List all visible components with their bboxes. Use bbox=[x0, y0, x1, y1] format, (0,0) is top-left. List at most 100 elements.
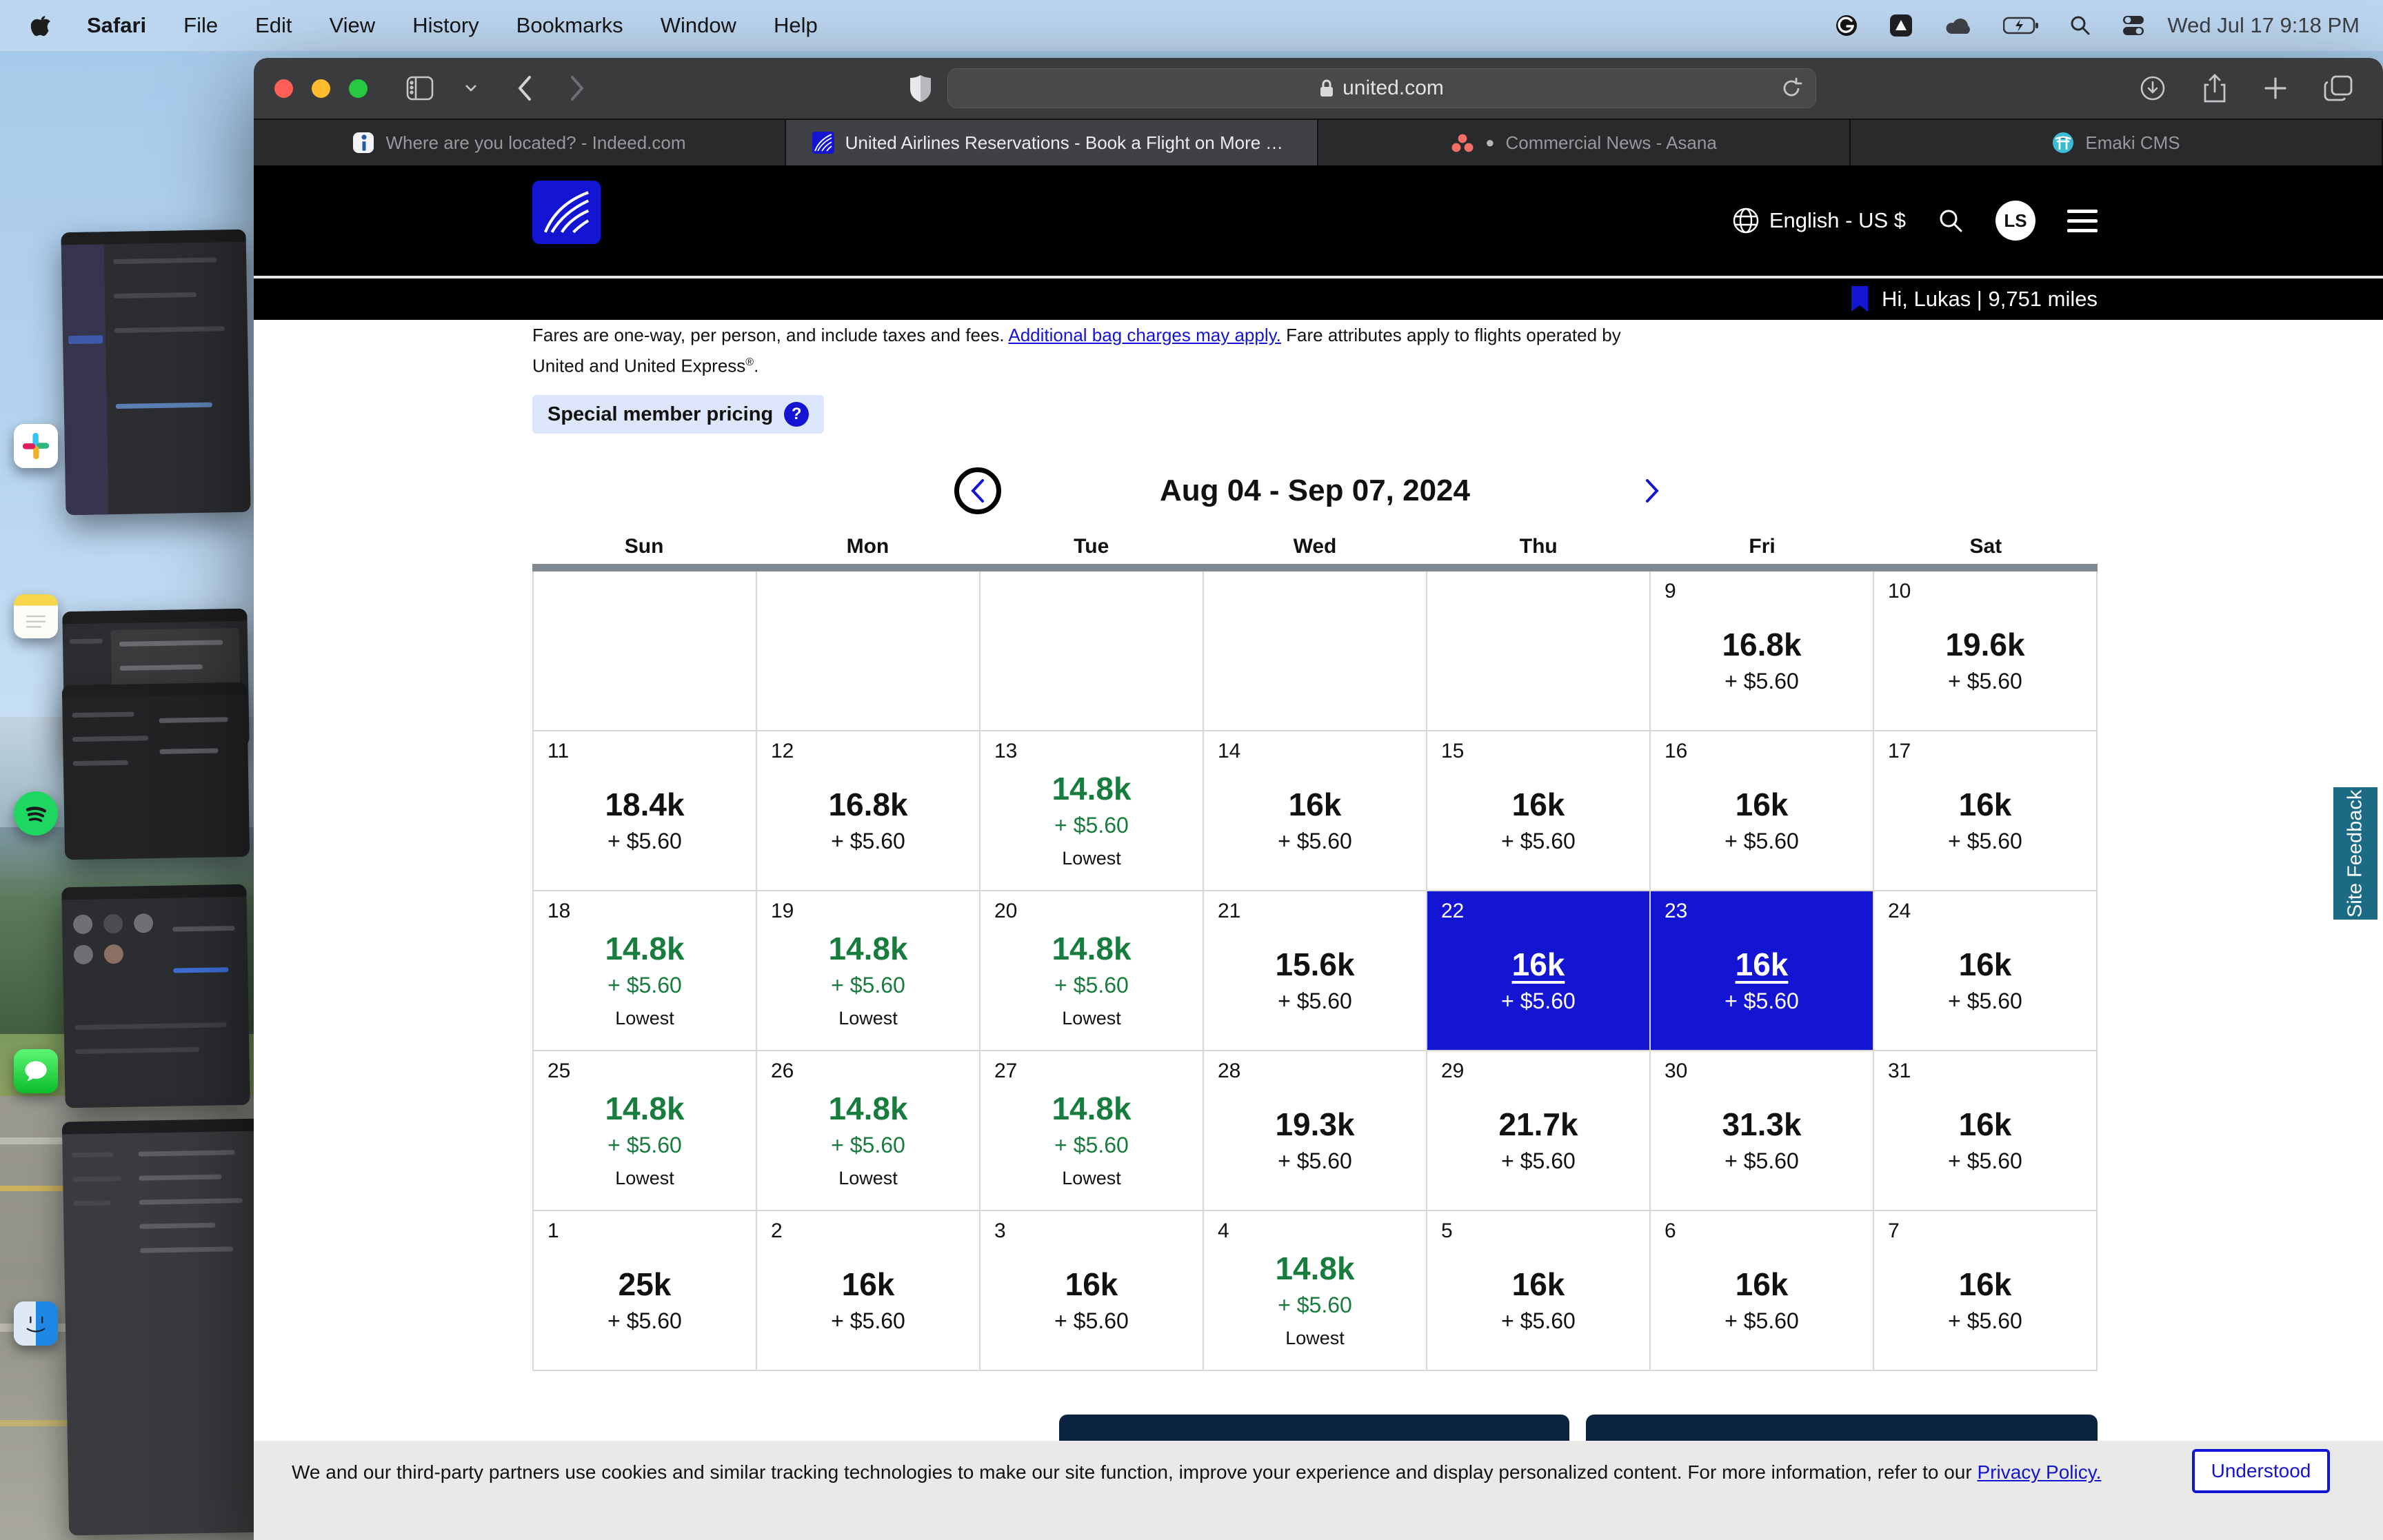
calendar-day-cell[interactable]: 316k+ $5.60 bbox=[981, 1211, 1204, 1371]
fare-miles: 19.6k bbox=[1945, 626, 2024, 663]
control-center-icon[interactable] bbox=[2122, 14, 2148, 37]
menu-item-history[interactable]: History bbox=[412, 13, 479, 38]
browser-tab-indeed[interactable]: Where are you located? - Indeed.com bbox=[254, 120, 786, 165]
menu-item-edit[interactable]: Edit bbox=[255, 13, 292, 38]
menu-item-help[interactable]: Help bbox=[774, 13, 818, 38]
calendar-prev-button[interactable] bbox=[954, 467, 1001, 514]
messages-app-icon[interactable] bbox=[14, 1049, 58, 1093]
calendar-day-cell[interactable]: 716k+ $5.60 bbox=[1874, 1211, 2098, 1371]
calendar-day-cell[interactable]: 2216k+ $5.60 bbox=[1427, 891, 1651, 1051]
calendar-day-cell[interactable]: 1314.8k+ $5.60Lowest bbox=[981, 731, 1204, 891]
fare-miles: 16k bbox=[1736, 946, 1789, 983]
calendar-day-cell[interactable]: 1118.4k+ $5.60 bbox=[534, 731, 757, 891]
notes-app-icon[interactable] bbox=[14, 594, 58, 638]
calendar-day-cell[interactable]: 916.8k+ $5.60 bbox=[1651, 571, 1874, 731]
united-logo[interactable] bbox=[532, 181, 601, 244]
calendar-day-cell[interactable]: 2714.8k+ $5.60Lowest bbox=[981, 1051, 1204, 1211]
macos-menu-bar: Safari File Edit View History Bookmarks … bbox=[0, 0, 2383, 51]
fare-fee: + $5.60 bbox=[1054, 1308, 1129, 1334]
menu-item-window[interactable]: Window bbox=[661, 13, 736, 38]
calendar-day-cell[interactable]: 516k+ $5.60 bbox=[1427, 1211, 1651, 1371]
calendar-day-cell[interactable]: 1416k+ $5.60 bbox=[1204, 731, 1427, 891]
fare-fee: + $5.60 bbox=[831, 1308, 905, 1334]
fare-miles: 16k bbox=[1512, 1266, 1565, 1303]
spotify-app-icon[interactable] bbox=[14, 791, 58, 835]
close-window-button[interactable] bbox=[274, 79, 293, 98]
calendar-day-cell[interactable]: 2921.7k+ $5.60 bbox=[1427, 1051, 1651, 1211]
tab-overview-icon[interactable] bbox=[2324, 75, 2353, 101]
calendar-day-cell[interactable]: 1516k+ $5.60 bbox=[1427, 731, 1651, 891]
new-tab-icon[interactable] bbox=[2263, 76, 2288, 101]
calendar-day-cell[interactable]: 2014.8k+ $5.60Lowest bbox=[981, 891, 1204, 1051]
calendar-day-cell[interactable]: 1019.6k+ $5.60 bbox=[1874, 571, 2098, 731]
day-header: Thu bbox=[1427, 535, 1650, 558]
calendar-day-cell[interactable]: 3031.3k+ $5.60 bbox=[1651, 1051, 1874, 1211]
menu-item-view[interactable]: View bbox=[330, 13, 376, 38]
menu-app-name[interactable]: Safari bbox=[87, 13, 146, 38]
search-icon[interactable] bbox=[1938, 207, 1964, 234]
language-selector[interactable]: English - US $ bbox=[1732, 207, 1906, 234]
calendar-day-cell[interactable]: 1216.8k+ $5.60 bbox=[757, 731, 981, 891]
day-number: 10 bbox=[1888, 580, 1911, 603]
minimize-window-button[interactable] bbox=[312, 79, 330, 98]
greeting[interactable]: Hi, Lukas | 9,751 miles bbox=[1850, 286, 2098, 312]
special-member-pricing-chip[interactable]: Special member pricing ? bbox=[532, 395, 824, 434]
address-bar[interactable]: united.com bbox=[947, 68, 1816, 108]
site-feedback-tab[interactable]: Site Feedback bbox=[2333, 787, 2377, 920]
calendar-day-cell[interactable]: 1814.8k+ $5.60Lowest bbox=[534, 891, 757, 1051]
menu-bar-clock[interactable]: Wed Jul 17 9:18 PM bbox=[2167, 13, 2360, 38]
finder-window-thumbnail[interactable] bbox=[62, 1119, 269, 1536]
account-avatar[interactable]: LS bbox=[1995, 201, 2035, 241]
privacy-shield-icon[interactable] bbox=[909, 74, 932, 103]
calendar-day-cell[interactable]: 414.8k+ $5.60Lowest bbox=[1204, 1211, 1427, 1371]
browser-tab-emaki[interactable]: Emaki CMS bbox=[1851, 120, 2383, 165]
spotify-window-thumbnail[interactable] bbox=[62, 682, 250, 860]
help-question-icon[interactable]: ? bbox=[784, 402, 809, 427]
reload-icon[interactable] bbox=[1780, 77, 1803, 100]
asana-favicon bbox=[1451, 132, 1474, 153]
slack-app-icon[interactable] bbox=[14, 424, 58, 468]
sidebar-chevron-icon[interactable] bbox=[464, 83, 478, 93]
calendar-day-cell[interactable]: 2316k+ $5.60 bbox=[1651, 891, 1874, 1051]
day-number: 5 bbox=[1441, 1219, 1453, 1243]
calendar-day-cell[interactable]: 2115.6k+ $5.60 bbox=[1204, 891, 1427, 1051]
sidebar-toggle-icon[interactable] bbox=[406, 76, 436, 101]
messages-window-thumbnail[interactable] bbox=[61, 884, 250, 1108]
calendar-day-cell[interactable]: 2514.8k+ $5.60Lowest bbox=[534, 1051, 757, 1211]
day-number: 13 bbox=[994, 740, 1017, 763]
zoom-window-button[interactable] bbox=[349, 79, 368, 98]
slack-window-thumbnail[interactable] bbox=[61, 230, 250, 516]
hamburger-menu-icon[interactable] bbox=[2067, 203, 2098, 239]
cloud-icon[interactable] bbox=[1944, 14, 1973, 37]
calendar-day-cell[interactable]: 1716k+ $5.60 bbox=[1874, 731, 2098, 891]
calendar-day-cell[interactable]: 2614.8k+ $5.60Lowest bbox=[757, 1051, 981, 1211]
fare-fee: + $5.60 bbox=[1948, 989, 2022, 1014]
forward-button[interactable] bbox=[569, 74, 585, 102]
privacy-policy-link[interactable]: Privacy Policy. bbox=[1977, 1461, 2101, 1483]
back-button[interactable] bbox=[516, 74, 533, 102]
understood-button[interactable]: Understood bbox=[2192, 1449, 2330, 1493]
spotlight-search-icon[interactable] bbox=[2069, 14, 2091, 37]
battery-icon[interactable] bbox=[2003, 15, 2039, 36]
calendar-day-cell[interactable]: 2819.3k+ $5.60 bbox=[1204, 1051, 1427, 1211]
grammarly-icon[interactable] bbox=[1835, 14, 1858, 37]
calendar-next-button[interactable] bbox=[1629, 467, 1676, 514]
browser-tab-united[interactable]: United Airlines Reservations - Book a Fl… bbox=[786, 120, 1318, 165]
calendar-day-cell[interactable]: 1616k+ $5.60 bbox=[1651, 731, 1874, 891]
share-icon[interactable] bbox=[2202, 74, 2227, 103]
fare-miles: 16.8k bbox=[828, 786, 907, 823]
calendar-day-cell[interactable]: 3116k+ $5.60 bbox=[1874, 1051, 2098, 1211]
calendar-day-cell[interactable]: 1914.8k+ $5.60Lowest bbox=[757, 891, 981, 1051]
calendar-day-cell[interactable]: 216k+ $5.60 bbox=[757, 1211, 981, 1371]
finder-app-icon[interactable] bbox=[14, 1301, 58, 1346]
triangle-app-icon[interactable] bbox=[1889, 13, 1913, 38]
menu-item-file[interactable]: File bbox=[183, 13, 218, 38]
bag-charges-link[interactable]: Additional bag charges may apply. bbox=[1008, 325, 1281, 345]
calendar-day-cell[interactable]: 2416k+ $5.60 bbox=[1874, 891, 2098, 1051]
downloads-icon[interactable] bbox=[2139, 74, 2166, 102]
calendar-day-cell[interactable]: 125k+ $5.60 bbox=[534, 1211, 757, 1371]
menu-item-bookmarks[interactable]: Bookmarks bbox=[516, 13, 623, 38]
browser-tab-asana[interactable]: ● Commercial News - Asana bbox=[1318, 120, 1851, 165]
calendar-day-cell[interactable]: 616k+ $5.60 bbox=[1651, 1211, 1874, 1371]
apple-menu-icon[interactable] bbox=[30, 14, 52, 37]
